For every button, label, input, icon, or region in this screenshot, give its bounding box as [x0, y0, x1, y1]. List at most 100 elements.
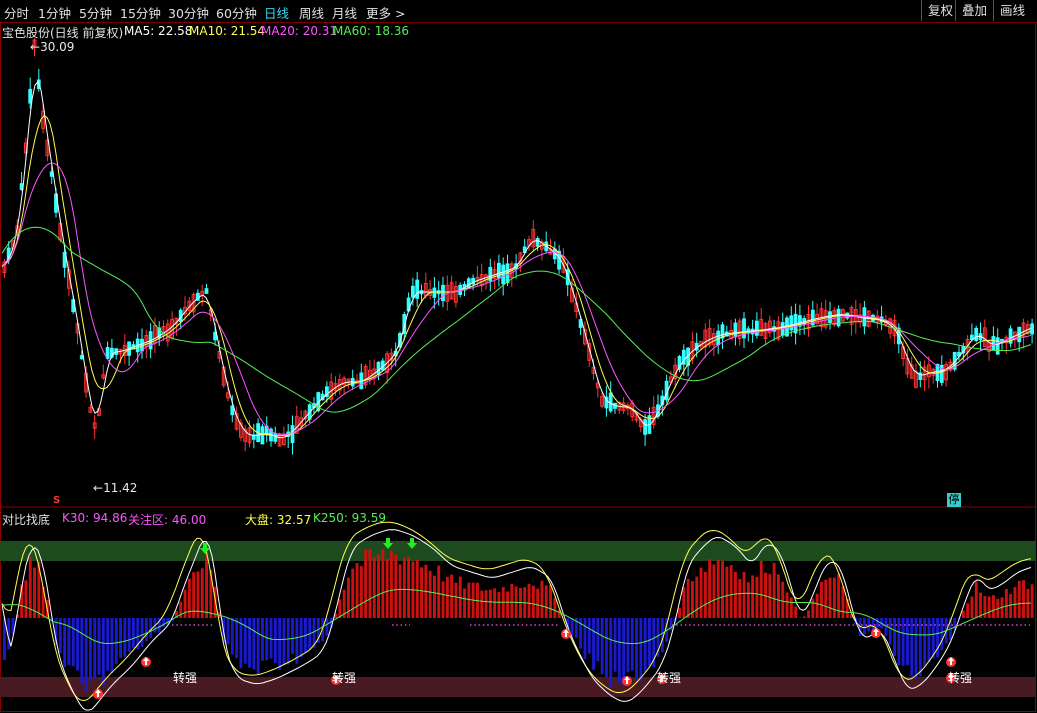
indicator-bar-up — [966, 603, 970, 618]
ma5-label: MA5: 22.58 — [124, 24, 193, 38]
indicator-bar-up — [183, 589, 187, 618]
candle-body — [608, 392, 613, 412]
indicator-bar-up — [824, 579, 828, 618]
indicator-bar-down — [76, 618, 79, 671]
indicator-bar-up — [1009, 594, 1013, 618]
indicator-bar-up — [811, 598, 815, 618]
indicator-bar-up — [755, 576, 759, 618]
low-marker: ←11.42 — [93, 481, 138, 495]
draw-button[interactable]: 画线 — [993, 0, 1031, 21]
indicator-bar-up — [553, 597, 557, 618]
indicator-bar-up — [682, 587, 686, 618]
tab-monthly[interactable]: 月线 — [332, 3, 357, 22]
indicator-bar-up — [454, 582, 458, 618]
signal-label-3: 转强 — [657, 671, 682, 685]
indicator-bar-up — [974, 581, 978, 618]
tab-60min[interactable]: 60分钟 — [216, 3, 257, 22]
indicator-bar-up — [815, 593, 819, 618]
indicator-bar-down — [906, 618, 909, 666]
indicator-bar-up — [961, 610, 965, 618]
indicator-bar-up — [544, 585, 548, 618]
indicator-bar-down — [127, 618, 131, 653]
indicator-bar-up — [794, 606, 798, 618]
stock-title: 宝色股份(日线 前复权) — [2, 26, 124, 40]
indicator-bar-down — [605, 618, 608, 677]
indicator-bar-up — [402, 557, 406, 618]
indicator-bar-up — [979, 592, 982, 618]
indicator-bar-down — [596, 618, 600, 662]
indicator-bar-up — [437, 565, 441, 618]
period-toolbar: 分时 1分钟 5分钟 15分钟 30分钟 60分钟 日线 周线 月线 更多 > … — [0, 0, 1037, 23]
low-label: 11.42 — [103, 481, 138, 495]
indicator-bar-up — [351, 568, 355, 618]
chart-canvas[interactable] — [0, 22, 1036, 712]
indicator-bar-up — [390, 550, 393, 618]
candles-layer — [2, 38, 1034, 455]
indicator-bar-down — [910, 618, 914, 677]
indicator-bar-down — [97, 618, 101, 675]
indicator-bar-up — [992, 595, 995, 618]
indicator-bar-up — [549, 584, 552, 618]
indicator-bar-down — [119, 618, 122, 658]
indicator-bar-up — [415, 559, 419, 618]
indicator-bar-up — [738, 579, 742, 618]
lower-zone-band — [0, 677, 1036, 697]
indicator-bar-up — [785, 592, 789, 618]
indicator-bar-up — [708, 559, 712, 618]
tab-1min[interactable]: 1分钟 — [38, 3, 71, 22]
indicator-bar-down — [89, 618, 92, 682]
tab-more[interactable]: 更多 > — [366, 3, 405, 22]
high-label: 30.09 — [40, 40, 75, 54]
tab-30min[interactable]: 30分钟 — [168, 3, 209, 22]
indicator-bar-up — [385, 559, 389, 618]
indicator-bar-up — [377, 554, 380, 618]
indicator-bar-up — [828, 577, 832, 618]
indicator-bar-down — [106, 618, 110, 671]
indicator-bar-down — [931, 618, 935, 659]
candle-body — [28, 88, 33, 104]
indicator-bar-down — [132, 618, 135, 648]
indicator-bar-down — [936, 618, 939, 658]
indicator-bar-down — [265, 618, 269, 661]
candle-body — [260, 426, 265, 445]
fuquan-button[interactable]: 复权 — [921, 0, 959, 21]
indicator-bar-up — [527, 583, 531, 618]
indicator-bar-up — [768, 574, 772, 618]
tab-5min[interactable]: 5分钟 — [79, 3, 112, 22]
indicator-bar-up — [699, 567, 703, 618]
indicator-bar-up — [777, 574, 780, 618]
indicator-bar-down — [940, 618, 944, 651]
tab-fenshi[interactable]: 分时 — [4, 3, 29, 22]
indicator-bar-down — [71, 618, 75, 667]
indicator-bar-down — [643, 618, 647, 672]
indicator-bar-down — [252, 618, 256, 670]
indicator-bar-up — [540, 580, 544, 618]
indicator-bar-up — [359, 566, 363, 618]
indicator-bar-up — [1030, 584, 1034, 618]
indicator-bar-up — [467, 582, 471, 618]
indicator-bar-down — [123, 618, 127, 657]
ma10-label: MA10: 21.54 — [189, 24, 266, 38]
indicator-bar-up — [807, 610, 810, 618]
overlay-button[interactable]: 叠加 — [955, 0, 993, 21]
candle-body — [273, 432, 278, 442]
candle-body — [643, 419, 648, 435]
indicator-bar-up — [445, 576, 449, 618]
indicator-bar-up — [484, 590, 488, 618]
high-marker: ←30.09 — [30, 40, 75, 54]
indicator-bar-down — [226, 618, 230, 645]
indicator-bar-up — [428, 570, 432, 618]
candle-body — [991, 336, 996, 351]
signal-label-2: 转强 — [332, 671, 357, 685]
tab-weekly[interactable]: 周线 — [299, 3, 324, 22]
indicator-bar-up — [394, 554, 398, 618]
indicator-bar-up — [200, 568, 204, 618]
indicator-bar-down — [101, 618, 105, 686]
candle-body — [441, 284, 445, 302]
tab-15min[interactable]: 15分钟 — [120, 3, 161, 22]
candle-body — [755, 320, 759, 336]
indicator-bar-up — [781, 581, 785, 618]
indicator-bar-down — [622, 618, 626, 686]
indicator-bar-down — [325, 618, 329, 636]
tab-daily[interactable]: 日线 — [264, 3, 289, 22]
